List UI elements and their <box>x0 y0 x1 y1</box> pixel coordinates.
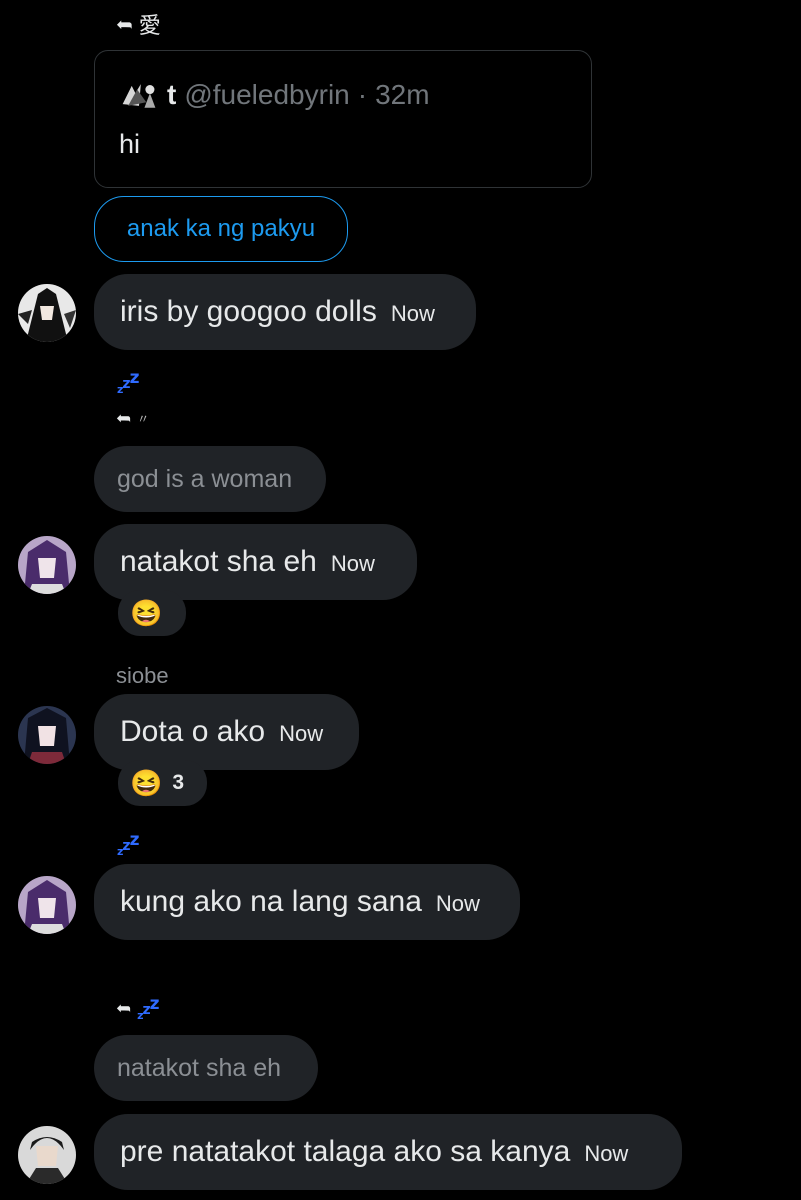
link-pill-label: anak ka ng pakyu <box>126 215 316 242</box>
message-text: iris by googoo dolls <box>120 295 377 328</box>
message-time: Now <box>279 721 324 746</box>
reply-indicator-top: ➦ 愛 <box>116 8 161 40</box>
quoted-tweet-time: 32m <box>375 79 430 110</box>
grinning-squinting-face-icon: 😆 <box>130 597 163 628</box>
reaction-count: 3 <box>172 771 185 794</box>
message-bubble[interactable]: Dota o ako Now <box>94 694 359 770</box>
message-text: natakot sha eh <box>120 545 317 578</box>
message-bubble[interactable]: pre natatakot talaga ako sa kanya Now <box>94 1114 682 1190</box>
message-text: Dota o ako <box>120 715 266 748</box>
reply-indicator: ➦ zzz <box>116 994 160 1022</box>
reply-indicator-glyph: 〃 <box>137 412 150 426</box>
quoted-tweet-card[interactable]: t @fueledbyrin · 32m hi <box>94 50 592 188</box>
quoted-tweet-handle[interactable]: @fueledbyrin <box>184 79 349 111</box>
avatar[interactable] <box>18 536 76 594</box>
replied-message-text: god is a woman <box>117 464 293 493</box>
message-bubble[interactable]: iris by googoo dolls Now <box>94 274 476 350</box>
sleeping-zz-icon: zzz <box>137 994 159 1022</box>
grinning-squinting-face-icon: 😆 <box>130 767 163 798</box>
quoted-tweet-header: t @fueledbyrin · 32m <box>119 79 430 111</box>
avatar[interactable] <box>18 706 76 764</box>
avatar[interactable] <box>18 1126 76 1184</box>
message-time: Now <box>390 301 435 326</box>
avatar[interactable] <box>18 284 76 342</box>
reaction-badge[interactable]: 😆 <box>118 590 186 636</box>
message-time: Now <box>330 551 375 576</box>
message-bubble[interactable]: kung ako na lang sana Now <box>94 864 520 940</box>
reply-arrow-icon: ➦ <box>116 408 132 428</box>
sleeping-zz-icon: zzz <box>117 368 139 396</box>
message-time: Now <box>435 891 480 916</box>
replied-message-text: natakot sha eh <box>117 1053 282 1082</box>
quoted-tweet-avatar-icon <box>119 79 159 111</box>
reply-arrow-icon: ➦ <box>116 998 132 1018</box>
sender-name: siobe <box>116 663 169 688</box>
reply-arrow-icon: ➦ <box>116 13 133 36</box>
message-text: pre natatakot talaga ako sa kanya <box>120 1135 571 1168</box>
quoted-tweet-text: hi <box>119 129 141 159</box>
reply-indicator: ➦ 〃 <box>116 408 149 429</box>
avatar[interactable] <box>18 876 76 934</box>
quoted-tweet-name[interactable]: t <box>167 79 176 111</box>
replied-message-bubble[interactable]: god is a woman <box>94 446 326 512</box>
reaction-badge[interactable]: 😆 3 <box>118 760 207 806</box>
message-text: kung ako na lang sana <box>120 885 422 918</box>
reply-indicator-glyph: 愛 <box>138 13 161 38</box>
message-bubble[interactable]: natakot sha eh Now <box>94 524 417 600</box>
message-time: Now <box>584 1141 629 1166</box>
replied-message-bubble[interactable]: natakot sha eh <box>94 1035 318 1101</box>
quoted-tweet-sep: · <box>357 79 368 110</box>
link-pill[interactable]: anak ka ng pakyu <box>94 196 348 262</box>
sleeping-zz-icon: zzz <box>117 830 139 858</box>
